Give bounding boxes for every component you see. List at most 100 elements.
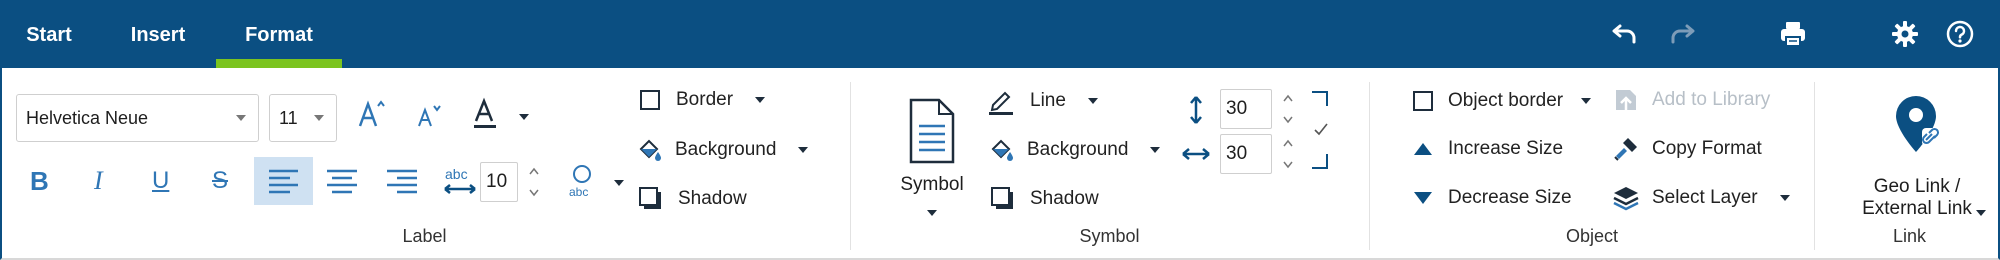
geo-link-icon <box>1896 96 1942 152</box>
label-shadow-label: Shadow <box>678 188 747 209</box>
label-background-label: Background <box>675 139 777 160</box>
redo-icon[interactable] <box>1662 14 1702 54</box>
shadow-icon <box>991 187 1013 209</box>
tab-insert[interactable]: Insert <box>106 0 210 68</box>
chevron-down-icon <box>755 97 766 103</box>
letter-spacing-input[interactable]: 10 <box>480 162 518 202</box>
object-group-title: Object <box>1565 226 1619 246</box>
chevron-down-icon <box>927 210 937 216</box>
letter-spacing-value: 10 <box>486 171 508 192</box>
chevron-down-icon <box>798 147 809 153</box>
document-icon <box>909 98 955 164</box>
group-divider <box>850 82 851 250</box>
library-add-icon <box>1616 90 1636 110</box>
tab-start[interactable]: Start <box>2 0 96 68</box>
group-divider <box>1369 82 1370 250</box>
increase-size-button[interactable]: Increase Size <box>1412 134 1563 164</box>
group-divider <box>1814 82 1815 250</box>
align-left-button[interactable] <box>254 157 313 205</box>
tab-insert-label: Insert <box>130 24 186 46</box>
font-size-select[interactable]: 11 <box>269 94 337 142</box>
symbol-height-stepper[interactable] <box>1280 89 1296 129</box>
label-border-label: Border <box>676 89 734 110</box>
symbol-height-input[interactable]: 30 <box>1220 89 1272 129</box>
add-to-library-button[interactable]: Add to Library <box>1612 84 1770 116</box>
object-border-button[interactable]: Object border <box>1412 86 1592 116</box>
strikethrough-icon[interactable]: S <box>212 164 242 198</box>
font-size-value: 11 <box>279 108 298 128</box>
symbol-shadow-button[interactable]: Shadow <box>991 184 1099 214</box>
copy-format-button[interactable]: Copy Format <box>1612 134 1762 164</box>
lock-aspect-ratio-checkbox[interactable] <box>1310 90 1332 170</box>
chevron-down-icon <box>1779 195 1790 201</box>
link-group-title: Link <box>1892 226 1927 246</box>
chevron-down-icon <box>1150 147 1161 153</box>
letter-spacing-icon: abc <box>442 165 478 197</box>
label-background-button[interactable]: Background <box>635 135 809 165</box>
chevron-down-icon <box>314 115 324 121</box>
chevron-down-icon <box>1087 98 1098 104</box>
shadow-icon <box>639 187 661 209</box>
tab-format-label: Format <box>245 24 313 46</box>
chevron-down-icon <box>236 115 246 121</box>
font-family-value: Helvetica Neue <box>26 108 149 128</box>
object-border-label: Object border <box>1448 90 1564 111</box>
copy-format-label: Copy Format <box>1652 138 1762 159</box>
select-layer-button[interactable]: Select Layer <box>1612 182 1790 214</box>
line-color-icon <box>989 91 1013 115</box>
align-center-icon[interactable] <box>327 157 357 205</box>
symbol-height-value: 30 <box>1226 98 1248 119</box>
ribbon: Start Insert Format Helvetica Neue 11 B … <box>0 0 2000 260</box>
layers-icon <box>1613 187 1639 211</box>
chevron-down-icon <box>1976 210 1986 216</box>
format-painter-icon <box>1614 138 1637 161</box>
symbol-width-stepper[interactable] <box>1280 134 1296 174</box>
paint-bucket-icon <box>991 139 1013 161</box>
align-left-icon <box>269 169 298 194</box>
paint-bucket-icon <box>639 139 661 161</box>
border-icon <box>1413 91 1433 111</box>
svg-text:abc: abc <box>569 185 588 199</box>
symbol-background-button[interactable]: Background <box>987 135 1161 165</box>
increase-size-label: Increase Size <box>1448 138 1564 159</box>
align-right-icon[interactable] <box>387 157 417 205</box>
underline-icon[interactable]: U <box>152 164 182 198</box>
border-icon <box>640 90 660 110</box>
symbol-background-label: Background <box>1027 139 1129 160</box>
label-shadow-button[interactable]: Shadow <box>639 184 747 214</box>
height-icon <box>1184 94 1208 126</box>
svg-text:abc: abc <box>445 166 468 182</box>
symbol-group-title: Symbol <box>1079 226 1140 246</box>
add-to-library-label: Add to Library <box>1652 89 1771 110</box>
decrease-font-icon[interactable] <box>414 100 444 130</box>
bold-icon[interactable]: B <box>30 164 60 198</box>
symbol-line-button[interactable]: Line <box>987 86 1098 116</box>
geo-link-label-line1: Geo Link / <box>1873 176 1961 197</box>
print-icon[interactable] <box>1773 14 1813 54</box>
label-border-button[interactable]: Border <box>639 86 766 114</box>
width-icon <box>1180 142 1212 166</box>
decrease-size-button[interactable]: Decrease Size <box>1412 183 1572 213</box>
font-color-dropdown-icon[interactable] <box>519 114 529 120</box>
symbol-width-input[interactable]: 30 <box>1220 134 1272 174</box>
help-icon[interactable] <box>1940 14 1980 54</box>
gear-icon[interactable] <box>1885 14 1925 54</box>
decrease-size-label: Decrease Size <box>1448 187 1572 208</box>
text-position-icon[interactable]: abc <box>564 162 600 202</box>
text-position-dropdown-icon[interactable] <box>614 180 624 186</box>
triangle-up-icon <box>1414 143 1432 155</box>
font-family-select[interactable]: Helvetica Neue <box>16 94 259 142</box>
geo-link-button[interactable]: Geo Link / External Link <box>1832 92 2000 222</box>
symbol-shadow-label: Shadow <box>1030 188 1099 209</box>
chevron-down-icon <box>1581 98 1592 104</box>
symbol-label: Symbol <box>900 174 964 195</box>
symbol-width-value: 30 <box>1226 143 1248 164</box>
letter-spacing-stepper[interactable] <box>526 162 542 202</box>
tab-format[interactable]: Format <box>216 0 342 68</box>
undo-icon[interactable] <box>1605 14 1645 54</box>
symbol-line-label: Line <box>1030 90 1066 111</box>
increase-font-icon[interactable] <box>354 96 390 132</box>
font-color-icon[interactable] <box>470 96 510 132</box>
italic-icon[interactable]: I <box>94 164 124 198</box>
select-layer-label: Select Layer <box>1652 187 1758 208</box>
